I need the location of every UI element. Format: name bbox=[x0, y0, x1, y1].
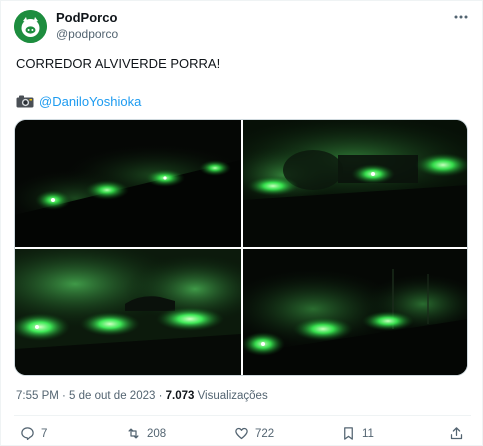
more-options-button[interactable] bbox=[450, 8, 472, 26]
photo-2[interactable] bbox=[243, 120, 467, 247]
tweet-meta: 7:55 PM · 5 de out de 2023 · 7.073 Visua… bbox=[16, 390, 268, 402]
tweet-card: PodPorco @podporco CORREDOR ALVIVERDE PO… bbox=[0, 0, 483, 446]
bookmark-icon bbox=[344, 427, 353, 440]
author-handle[interactable]: @podporco bbox=[56, 27, 118, 41]
views-count: 7.073 bbox=[165, 390, 195, 402]
author-name[interactable]: PodPorco bbox=[56, 10, 117, 25]
like-button[interactable]: 722 bbox=[234, 426, 274, 441]
retweet-button[interactable]: 208 bbox=[126, 426, 166, 441]
photo-1[interactable] bbox=[15, 120, 241, 247]
tweet-text: CORREDOR ALVIVERDE PORRA! bbox=[16, 56, 221, 71]
reply-count: 7 bbox=[41, 427, 48, 440]
timestamp[interactable]: 7:55 PM · 5 de out de 2023 · bbox=[16, 390, 166, 402]
more-icon bbox=[454, 15, 468, 19]
views-label: Visualizações bbox=[194, 390, 268, 402]
bookmark-count: 11 bbox=[362, 427, 374, 440]
retweet-count: 208 bbox=[147, 427, 167, 440]
reply-button[interactable]: 7 bbox=[20, 426, 47, 441]
like-count: 722 bbox=[255, 427, 275, 440]
heart-icon bbox=[235, 427, 248, 440]
share-button[interactable] bbox=[449, 426, 470, 441]
photo-3[interactable] bbox=[15, 249, 241, 375]
photo-4[interactable] bbox=[243, 249, 467, 375]
photo-credit: @DaniloYoshioka bbox=[16, 94, 141, 109]
bookmark-button[interactable]: 11 bbox=[341, 426, 374, 441]
avatar[interactable] bbox=[14, 10, 47, 43]
share-icon bbox=[450, 427, 463, 440]
camera-icon bbox=[16, 95, 34, 108]
reply-icon bbox=[21, 427, 34, 441]
retweet-icon bbox=[128, 428, 139, 439]
media-grid bbox=[14, 119, 468, 376]
divider bbox=[14, 415, 471, 416]
credit-mention-link[interactable]: @DaniloYoshioka bbox=[39, 94, 141, 109]
